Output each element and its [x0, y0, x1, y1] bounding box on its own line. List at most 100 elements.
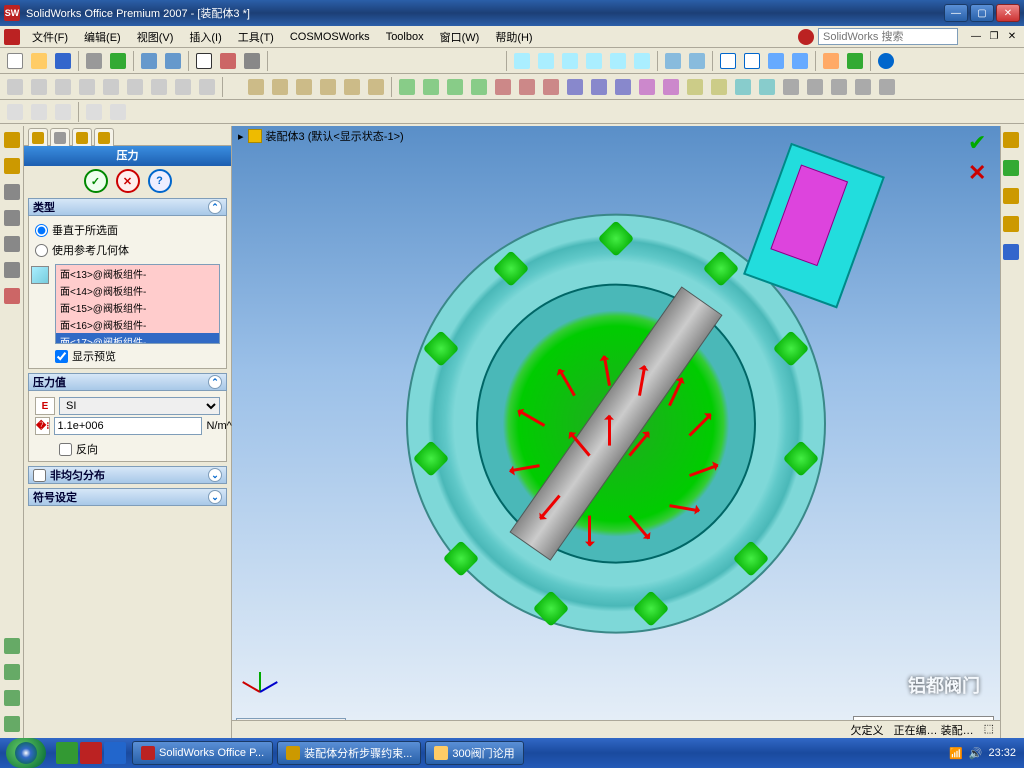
sim11-button[interactable] [636, 76, 658, 98]
start-button[interactable] [6, 738, 46, 768]
view-iso-button[interactable] [686, 50, 708, 72]
search-input[interactable] [818, 28, 958, 45]
system-tray[interactable]: 📶 🔊 23:32 [941, 747, 1024, 760]
tree-expand-icon[interactable]: ▸ [238, 130, 244, 143]
menu-tools[interactable]: 工具(T) [230, 27, 282, 47]
sim9-button[interactable] [588, 76, 610, 98]
sim17-button[interactable] [780, 76, 802, 98]
sim18-button[interactable] [804, 76, 826, 98]
close-button[interactable]: ✕ [996, 4, 1020, 22]
reject-icon[interactable]: ✕ [968, 160, 994, 186]
ls-btn-4[interactable] [2, 208, 22, 228]
menu-file[interactable]: 文件(F) [24, 27, 76, 47]
help-button[interactable] [875, 50, 897, 72]
ls-btn-6[interactable] [2, 260, 22, 280]
quicklaunch-3[interactable] [104, 742, 126, 764]
feat9-button[interactable] [196, 76, 218, 98]
ls-btn-5[interactable] [2, 234, 22, 254]
section-button[interactable] [820, 50, 842, 72]
display-wireframe-button[interactable] [717, 50, 739, 72]
sim13-button[interactable] [684, 76, 706, 98]
face-item[interactable]: 面<14>@阀板组件- [56, 282, 219, 299]
display-hidden-button[interactable] [741, 50, 763, 72]
rs-btn-4[interactable] [1003, 216, 1023, 236]
sim7-button[interactable] [540, 76, 562, 98]
group-value-header[interactable]: 压力值 ⌃ [28, 373, 227, 391]
zoom-area-button[interactable] [535, 50, 557, 72]
expand-icon[interactable]: ⌄ [208, 468, 222, 482]
sim14-button[interactable] [708, 76, 730, 98]
new-button[interactable] [4, 50, 26, 72]
taskbar-item-solidworks[interactable]: SolidWorks Office P... [132, 741, 273, 765]
rs-btn-3[interactable] [1003, 188, 1023, 208]
panel-tab-2[interactable] [50, 128, 70, 146]
feat8-button[interactable] [172, 76, 194, 98]
feat7-button[interactable] [148, 76, 170, 98]
ls-btn-2[interactable] [2, 156, 22, 176]
save-button[interactable] [52, 50, 74, 72]
face-item-selected[interactable]: 面<17>@阀板组件- [56, 333, 219, 344]
asm5-button[interactable] [341, 76, 363, 98]
appearance-button[interactable] [844, 50, 866, 72]
quicklaunch-1[interactable] [56, 742, 78, 764]
asm3-button[interactable] [293, 76, 315, 98]
sim5-button[interactable] [492, 76, 514, 98]
menu-edit[interactable]: 编辑(E) [76, 27, 129, 47]
options-button[interactable] [241, 50, 263, 72]
rotate-button[interactable] [607, 50, 629, 72]
menu-cosmos[interactable]: COSMOSWorks [282, 29, 378, 45]
ls-btn-3[interactable] [2, 182, 22, 202]
ex5-button[interactable] [107, 101, 129, 123]
undo-button[interactable] [138, 50, 160, 72]
orientation-triad[interactable] [240, 662, 280, 702]
expand-icon[interactable]: ⌄ [208, 490, 222, 504]
print-button[interactable] [83, 50, 105, 72]
sim6-button[interactable] [516, 76, 538, 98]
feat4-button[interactable] [76, 76, 98, 98]
zoom-fit-button[interactable] [511, 50, 533, 72]
sim20-button[interactable] [852, 76, 874, 98]
group-nonuniform-header[interactable]: 非均匀分布 ⌄ [28, 466, 227, 484]
minimize-button[interactable]: — [944, 4, 968, 22]
ok-button[interactable]: ✓ [84, 169, 108, 193]
menu-app-icon[interactable] [4, 29, 20, 45]
ls-btn-9[interactable] [2, 662, 22, 682]
asm1-button[interactable] [245, 76, 267, 98]
maximize-button[interactable]: ▢ [970, 4, 994, 22]
zoom-in-button[interactable] [559, 50, 581, 72]
taskbar-item-folder[interactable]: 300阀门论用 [425, 741, 523, 765]
open-button[interactable] [28, 50, 50, 72]
tray-icon[interactable]: 🔊 [969, 747, 983, 760]
checkbox-nonuniform[interactable] [33, 469, 46, 482]
select-button[interactable] [193, 50, 215, 72]
sim1-button[interactable] [396, 76, 418, 98]
view-front-button[interactable] [662, 50, 684, 72]
sim12-button[interactable] [660, 76, 682, 98]
face-item[interactable]: 面<13>@阀板组件- [56, 265, 219, 282]
sim2-button[interactable] [420, 76, 442, 98]
ex3-button[interactable] [52, 101, 74, 123]
feat2-button[interactable] [28, 76, 50, 98]
menu-insert[interactable]: 插入(I) [181, 27, 229, 47]
ls-btn-8[interactable] [2, 636, 22, 656]
checkbox-preview[interactable]: 显示预览 [35, 344, 220, 364]
checkbox-reverse[interactable]: 反向 [35, 437, 220, 457]
panel-help-button[interactable]: ? [148, 169, 172, 193]
asm6-button[interactable] [365, 76, 387, 98]
collapse-icon[interactable]: ⌃ [208, 200, 222, 214]
face-selection-list[interactable]: 面<13>@阀板组件- 面<14>@阀板组件- 面<15>@阀板组件- 面<16… [55, 264, 220, 344]
ls-btn-10[interactable] [2, 688, 22, 708]
menu-view[interactable]: 视图(V) [129, 27, 182, 47]
collapse-icon[interactable]: ⌃ [208, 375, 222, 389]
asm2-button[interactable] [269, 76, 291, 98]
panel-tab-4[interactable] [94, 128, 114, 146]
quicklaunch-2[interactable] [80, 742, 102, 764]
rs-btn-5[interactable] [1003, 244, 1023, 264]
redo-button[interactable] [162, 50, 184, 72]
search-icon[interactable] [798, 29, 814, 45]
ls-btn-7[interactable] [2, 286, 22, 306]
sim21-button[interactable] [876, 76, 898, 98]
ls-btn-1[interactable] [2, 130, 22, 150]
feat5-button[interactable] [100, 76, 122, 98]
zoom-out-button[interactable] [583, 50, 605, 72]
